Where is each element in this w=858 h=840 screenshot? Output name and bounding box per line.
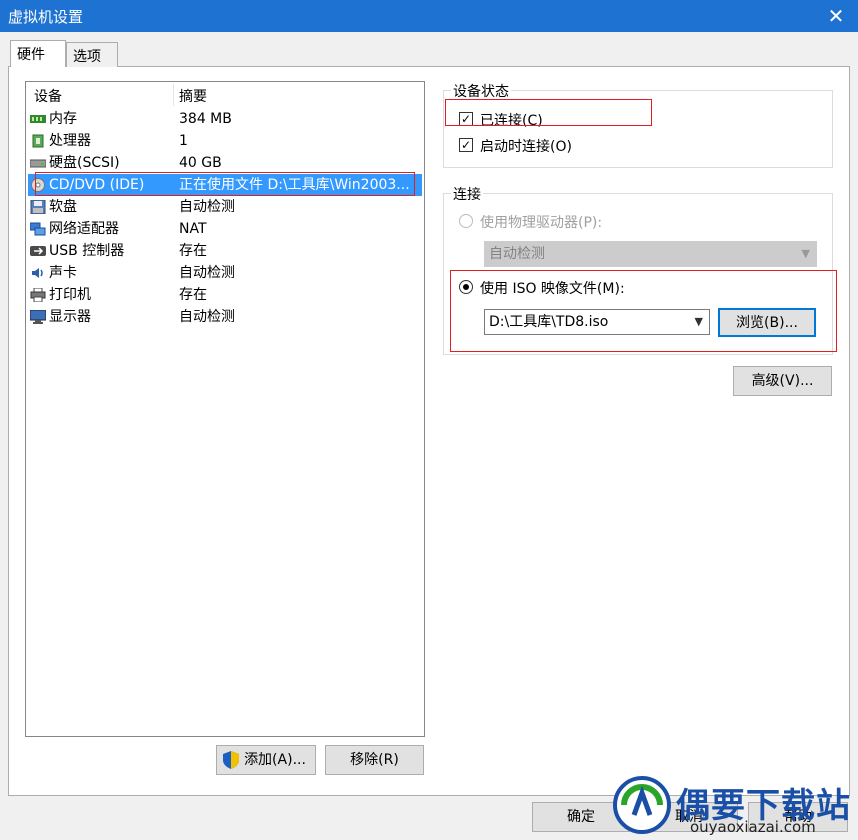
browse-button[interactable]: 浏览(B)...: [718, 308, 816, 337]
processor-icon: [32, 134, 44, 148]
device-name: 显示器: [49, 309, 91, 325]
device-summary: 自动检测: [179, 309, 235, 325]
device-status-title: 设备状态: [451, 81, 511, 101]
tab-hardware[interactable]: 硬件: [10, 40, 66, 67]
column-separator[interactable]: [173, 84, 174, 106]
connection-title: 连接: [451, 184, 483, 204]
floppy-icon: [30, 200, 46, 214]
remove-device-button[interactable]: 移除(R): [325, 745, 424, 775]
column-header-device[interactable]: 设备: [34, 86, 62, 106]
iso-image-radio[interactable]: [459, 280, 473, 294]
device-name: USB 控制器: [49, 243, 125, 259]
device-summary: 存在: [179, 243, 207, 259]
watermark-url: ouyaoxiazai.com: [690, 818, 816, 836]
iso-path-combobox[interactable]: D:\工具库\TD8.iso ▼: [484, 309, 710, 335]
network-icon: [30, 222, 46, 236]
connect-at-power-on-checkbox[interactable]: ✓: [459, 138, 473, 152]
physical-drive-label[interactable]: 使用物理驱动器(P):: [480, 212, 602, 232]
device-name: 打印机: [49, 287, 91, 303]
device-summary: 存在: [179, 287, 207, 303]
close-icon[interactable]: ✕: [824, 4, 848, 28]
device-row-harddisk[interactable]: 硬盘(SCSI) 40 GB: [28, 152, 422, 174]
connect-at-power-on-label[interactable]: 启动时连接(O): [480, 136, 572, 156]
device-row-network[interactable]: 网络适配器 NAT: [28, 218, 422, 240]
column-header-summary[interactable]: 摘要: [179, 86, 207, 106]
device-summary: 自动检测: [179, 199, 235, 215]
watermark-logo-icon: [613, 776, 671, 834]
iso-image-label[interactable]: 使用 ISO 映像文件(M):: [480, 278, 625, 298]
remove-device-label: 移除(R): [350, 752, 399, 768]
device-row-floppy[interactable]: 软盘 自动检测: [28, 196, 422, 218]
iso-path-value: D:\工具库\TD8.iso: [489, 314, 609, 330]
device-summary: 1: [179, 133, 188, 149]
device-row-printer[interactable]: 打印机 存在: [28, 284, 422, 306]
device-name: 硬盘(SCSI): [49, 155, 120, 171]
highlight-box-cd-dvd: [35, 172, 415, 196]
physical-drive-radio[interactable]: [459, 214, 473, 228]
device-row-sound[interactable]: 声卡 自动检测: [28, 262, 422, 284]
usb-icon: [30, 246, 46, 256]
device-row-usb[interactable]: USB 控制器 存在: [28, 240, 422, 262]
device-name: 软盘: [49, 199, 77, 215]
browse-label: 浏览(B)...: [736, 315, 798, 331]
printer-icon: [30, 288, 46, 302]
physical-drive-select[interactable]: 自动检测 ▼: [484, 241, 817, 267]
uac-shield-icon: [223, 751, 239, 769]
add-device-label: 添加(A)...: [244, 752, 306, 768]
tab-label: 选项: [73, 49, 101, 65]
ok-label: 确定: [567, 809, 595, 825]
highlight-box-connected: [445, 99, 652, 126]
device-name: 处理器: [49, 133, 91, 149]
chevron-down-icon[interactable]: ▼: [695, 310, 703, 334]
device-summary: 40 GB: [179, 155, 222, 171]
device-row-memory[interactable]: 内存 384 MB: [28, 108, 422, 130]
tab-label: 硬件: [17, 47, 45, 63]
display-icon: [30, 310, 46, 324]
device-row-processor[interactable]: 处理器 1: [28, 130, 422, 152]
chevron-down-icon: ▼: [801, 247, 810, 260]
device-name: 网络适配器: [49, 221, 119, 237]
advanced-button[interactable]: 高级(V)...: [733, 366, 832, 396]
harddisk-icon: [30, 159, 46, 168]
device-summary: NAT: [179, 221, 207, 237]
device-summary: 自动检测: [179, 265, 235, 281]
tab-options[interactable]: 选项: [66, 42, 118, 67]
sound-icon: [32, 268, 43, 278]
physical-drive-value: 自动检测: [489, 246, 545, 262]
add-device-button[interactable]: 添加(A)...: [216, 745, 316, 775]
title-bar: 虚拟机设置 ✕: [0, 0, 858, 32]
memory-icon: [30, 115, 46, 123]
window-title: 虚拟机设置: [8, 8, 84, 26]
device-row-display[interactable]: 显示器 自动检测: [28, 306, 422, 328]
device-name: 内存: [49, 111, 77, 127]
advanced-label: 高级(V)...: [751, 373, 814, 389]
device-name: 声卡: [49, 265, 77, 281]
device-summary: 384 MB: [179, 111, 232, 127]
